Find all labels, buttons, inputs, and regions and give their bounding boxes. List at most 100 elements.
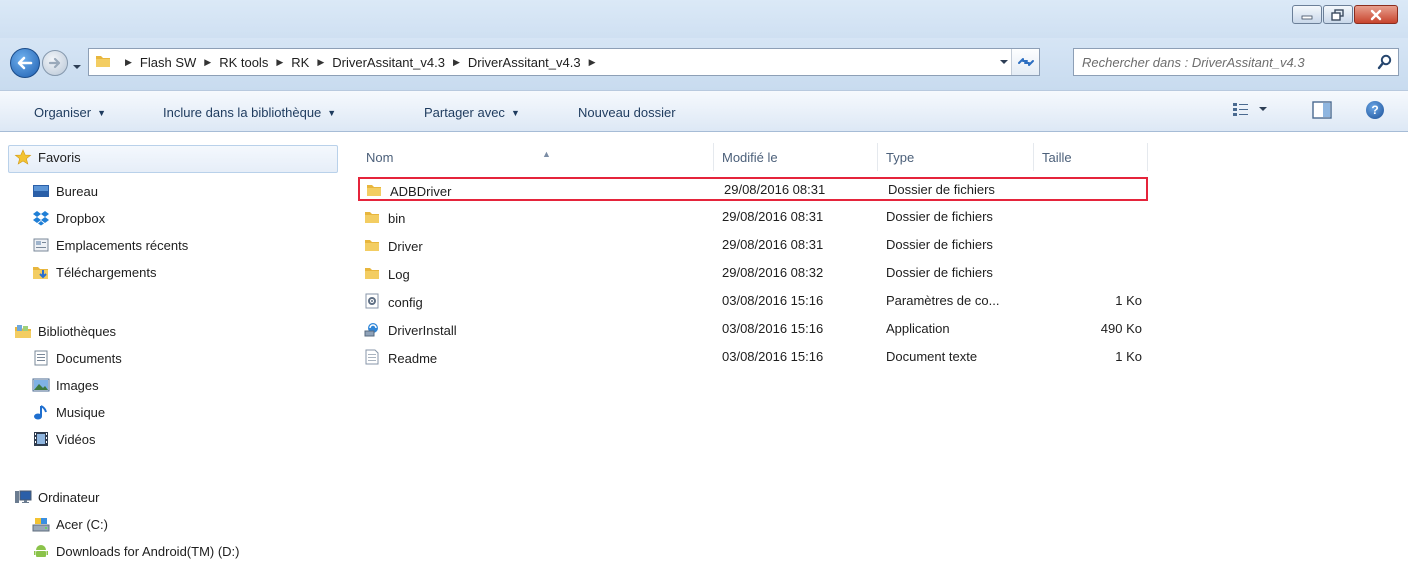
dropbox-icon <box>32 210 50 226</box>
breadcrumb-arrow-icon: ▶ <box>317 56 325 67</box>
help-icon: ? <box>1371 103 1379 117</box>
refresh-button[interactable] <box>1011 49 1039 75</box>
nav-item-music[interactable]: Musique <box>32 404 105 420</box>
refresh-icon <box>1017 58 1034 66</box>
file-name: bin <box>388 211 406 226</box>
android-icon <box>32 543 50 559</box>
chevron-down-icon <box>73 65 81 69</box>
downloads-folder-icon <box>32 264 50 280</box>
text-file-icon <box>364 349 380 368</box>
system-drive-icon <box>32 516 50 532</box>
file-type: Dossier de fichiers <box>886 237 993 252</box>
file-row-log[interactable]: Log 29/08/2016 08:32 Dossier de fichiers <box>358 262 1148 286</box>
include-library-menu[interactable]: Inclure dans la bibliothèque ▼ <box>163 105 336 120</box>
forward-button[interactable] <box>42 50 68 76</box>
column-header-size[interactable]: Taille <box>1034 143 1148 171</box>
file-type: Paramètres de co... <box>886 293 1000 308</box>
new-folder-button[interactable]: Nouveau dossier <box>578 105 676 120</box>
nav-computer[interactable]: Ordinateur <box>14 489 99 505</box>
computer-icon <box>14 489 32 505</box>
file-name: Readme <box>388 351 438 366</box>
file-size: 1 Ko <box>1115 349 1142 364</box>
column-header-name[interactable]: Nom ▲ <box>358 143 714 171</box>
file-row-driver[interactable]: Driver 29/08/2016 08:31 Dossier de fichi… <box>358 234 1148 258</box>
breadcrumb-arrow-icon: ▶ <box>125 56 132 67</box>
file-name: Driver <box>388 239 423 254</box>
nav-libraries[interactable]: Bibliothèques <box>14 323 116 339</box>
breadcrumb-item[interactable]: ▶ DriverAssitant_v4.3 <box>309 55 445 70</box>
desktop-icon <box>32 183 50 199</box>
address-history-button[interactable] <box>999 57 1009 67</box>
address-bar[interactable]: ▶ Flash SW ▶ RK tools ▶ RK ▶ DriverAssitant_… <box>88 48 1040 76</box>
preview-pane-icon <box>1312 101 1332 119</box>
recent-pages-button[interactable] <box>72 58 82 73</box>
nav-item-drive-c[interactable]: Acer (C:) <box>32 516 108 532</box>
search-box <box>1073 48 1399 76</box>
view-list-icon <box>1233 103 1248 116</box>
breadcrumb-item[interactable]: ▶ RK <box>268 55 309 70</box>
address-row: ▶ Flash SW ▶ RK tools ▶ RK ▶ DriverAssitant_… <box>0 38 1408 90</box>
search-input[interactable] <box>1074 50 1372 74</box>
nav-item-drive-d[interactable]: Downloads for Android(TM) (D:) <box>32 543 240 559</box>
close-button[interactable] <box>1354 5 1398 24</box>
file-row-driverinstall[interactable]: DriverInstall 03/08/2016 15:16 Applicati… <box>358 318 1148 342</box>
nav-item-documents[interactable]: Documents <box>32 350 122 366</box>
window-controls <box>1292 5 1398 24</box>
documents-icon <box>32 350 50 366</box>
music-icon <box>32 404 50 420</box>
file-size: 1 Ko <box>1115 293 1142 308</box>
breadcrumb-item[interactable]: ▶ Flash SW <box>117 55 196 70</box>
forward-arrow-icon <box>48 57 61 69</box>
folder-icon <box>364 209 380 228</box>
breadcrumb-arrow-icon: ▶ <box>452 56 460 67</box>
breadcrumb-item[interactable]: ▶ RK tools <box>196 55 268 70</box>
nav-item-videos[interactable]: Vidéos <box>32 431 96 447</box>
nav-favorites[interactable]: Favoris <box>14 149 81 165</box>
organize-menu[interactable]: Organiser ▼ <box>34 105 106 120</box>
file-modified: 29/08/2016 08:32 <box>722 265 824 280</box>
share-with-menu[interactable]: Partager avec ▼ <box>424 105 520 120</box>
column-header-type[interactable]: Type <box>878 143 1034 171</box>
chevron-down-icon: ▼ <box>327 107 337 118</box>
breadcrumb-arrow-icon: ▶ <box>204 56 212 67</box>
search-icon[interactable] <box>1372 54 1398 70</box>
file-modified: 29/08/2016 08:31 <box>722 237 824 252</box>
preview-pane-button[interactable] <box>1312 101 1332 122</box>
maximize-icon <box>1331 8 1344 21</box>
breadcrumb-arrow-icon: ▶ <box>276 56 284 67</box>
file-type: Application <box>886 321 950 336</box>
help-button[interactable]: ? <box>1366 101 1384 119</box>
minimize-button[interactable] <box>1292 5 1322 24</box>
chevron-down-icon <box>1000 60 1008 64</box>
command-bar: Organiser ▼ Inclure dans la bibliothèque ▼… <box>0 90 1408 132</box>
maximize-button[interactable] <box>1323 5 1353 24</box>
nav-item-bureau[interactable]: Bureau <box>32 183 98 199</box>
breadcrumb-item[interactable]: ▶ DriverAssitant_v4.3 ▶ <box>445 55 604 70</box>
file-type: Dossier de fichiers <box>886 209 993 224</box>
title-bar <box>0 0 1408 38</box>
close-icon <box>1370 9 1382 20</box>
breadcrumb-arrow-icon: ▶ <box>588 56 596 67</box>
nav-item-downloads[interactable]: Téléchargements <box>32 264 156 280</box>
folder-icon <box>95 53 111 72</box>
file-row-config[interactable]: config 03/08/2016 15:16 Paramètres de co… <box>358 290 1148 314</box>
back-button[interactable] <box>10 48 40 78</box>
file-row-bin[interactable]: bin 29/08/2016 08:31 Dossier de fichiers <box>358 206 1148 230</box>
nav-item-recent-places[interactable]: Emplacements récents <box>32 237 188 253</box>
file-name: DriverInstall <box>388 323 457 338</box>
settings-file-icon <box>364 293 380 312</box>
file-type: Document texte <box>886 349 978 364</box>
file-name: Log <box>388 267 410 282</box>
change-view-button[interactable] <box>1232 101 1268 117</box>
videos-icon <box>32 431 50 447</box>
minimize-icon <box>1301 15 1313 19</box>
file-modified: 29/08/2016 08:31 <box>722 209 824 224</box>
file-row-readme[interactable]: Readme 03/08/2016 15:16 Document texte 1… <box>358 346 1148 370</box>
file-row-adbdriver[interactable]: ADBDriver 29/08/2016 08:31 Dossier de fi… <box>358 177 1148 201</box>
chevron-down-icon <box>1259 107 1267 111</box>
nav-item-images[interactable]: Images <box>32 377 99 393</box>
column-header-modified[interactable]: Modifié le <box>714 143 878 171</box>
back-arrow-icon <box>17 56 33 70</box>
nav-item-dropbox[interactable]: Dropbox <box>32 210 105 226</box>
file-modified: 03/08/2016 15:16 <box>722 293 824 308</box>
